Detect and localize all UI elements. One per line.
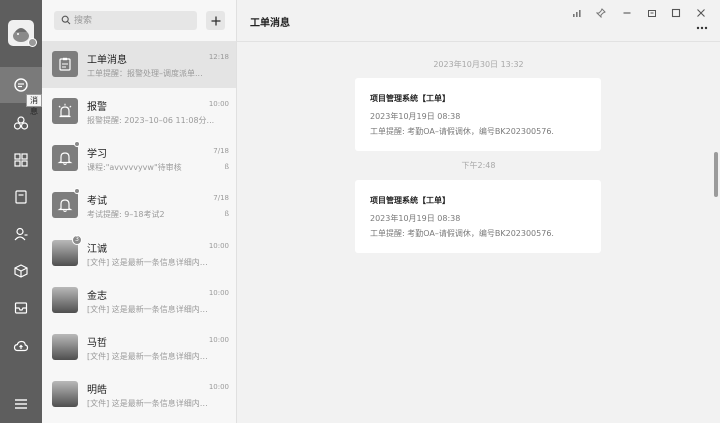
search-icon bbox=[61, 15, 71, 25]
mute-icon: ß bbox=[224, 210, 229, 218]
restore-icon bbox=[648, 10, 656, 17]
conversation-name: 学习 bbox=[87, 149, 107, 160]
message-timestamp: 下午2:48 bbox=[461, 161, 496, 170]
message-card-body: 工单提醒: 考勤OA–请假调休，编号BK202300576. bbox=[370, 127, 554, 136]
rail-item-packages[interactable] bbox=[0, 253, 42, 289]
restore-button[interactable] bbox=[645, 6, 659, 20]
conversation-item-work-orders[interactable]: 工单消息 12:18 工单提醒：报警处理–调度派单... bbox=[42, 41, 236, 88]
conversation-name: 明皓 bbox=[87, 385, 107, 396]
chat-scrollbar[interactable] bbox=[714, 152, 718, 197]
signal-bars-icon bbox=[573, 10, 581, 17]
message-card[interactable]: 项目管理系统【工单】 2023年10月19日 08:38 工单提醒: 考勤OA–… bbox=[355, 180, 601, 253]
rail-item-apps[interactable] bbox=[0, 142, 42, 178]
rail-item-menu[interactable] bbox=[0, 386, 42, 422]
chat-header: 工单消息 bbox=[237, 0, 720, 42]
rail-item-docs[interactable] bbox=[0, 179, 42, 215]
conversation-name: 江诚 bbox=[87, 244, 107, 255]
conversation-preview: 考试提醒: 9–18考试2 bbox=[87, 210, 165, 219]
more-dots-icon bbox=[696, 26, 708, 30]
message-card-date: 2023年10月19日 08:38 bbox=[370, 214, 461, 223]
contact-avatar-photo bbox=[52, 334, 78, 360]
add-button[interactable] bbox=[206, 11, 225, 30]
minimize-button[interactable] bbox=[620, 6, 634, 20]
menu-icon bbox=[15, 399, 27, 409]
conversation-item-jinzhi[interactable]: 金志 10:00 [文件] 这是最新一条信息详细内容。 bbox=[42, 277, 236, 324]
conversation-time: 12:18 bbox=[208, 53, 229, 61]
conversation-time: 10:00 bbox=[208, 242, 229, 250]
contact-avatar-photo bbox=[52, 287, 78, 313]
close-icon bbox=[697, 9, 705, 17]
conversation-time: 10:00 bbox=[208, 383, 229, 391]
message-card-date: 2023年10月19日 08:38 bbox=[370, 112, 461, 121]
rail-item-cloud[interactable] bbox=[0, 328, 42, 364]
close-button[interactable] bbox=[694, 6, 708, 20]
search-box[interactable] bbox=[54, 11, 197, 30]
conversation-preview: [文件] 这是最新一条信息详细内容。 bbox=[87, 399, 215, 408]
unread-count-badge: 3 bbox=[72, 235, 82, 245]
circles-icon bbox=[13, 116, 29, 130]
conversation-item-exam[interactable]: 考试 7/18 考试提醒: 9–18考试2 ß bbox=[42, 182, 236, 229]
bell-icon bbox=[52, 145, 78, 171]
maximize-icon bbox=[671, 8, 681, 18]
message-card[interactable]: 项目管理系统【工单】 2023年10月19日 08:38 工单提醒: 考勤OA–… bbox=[355, 78, 601, 151]
conversation-item-alarm[interactable]: 报警 10:00 报警提醒: 2023–10–06 11:08分... bbox=[42, 88, 236, 135]
conversation-name: 马哲 bbox=[87, 338, 107, 349]
mute-icon: ß bbox=[224, 163, 229, 171]
conversation-preview: 报警提醒: 2023–10–06 11:08分... bbox=[87, 116, 215, 125]
message-timestamp: 2023年10月30日 13:32 bbox=[433, 60, 524, 69]
conversation-item-study[interactable]: 学习 7/18 课程:"avvvvvyvw"待审核 ß bbox=[42, 135, 236, 182]
cube-icon bbox=[14, 264, 28, 278]
book-icon bbox=[15, 190, 27, 204]
contact-avatar-photo bbox=[52, 381, 78, 407]
pin-icon bbox=[596, 8, 606, 18]
chat-title: 工单消息 bbox=[250, 18, 290, 29]
conversation-preview: [文件] 这是最新一条信息详细内容。 bbox=[87, 305, 215, 314]
more-button[interactable] bbox=[696, 24, 708, 32]
maximize-button[interactable] bbox=[669, 6, 683, 20]
unread-dot bbox=[74, 141, 80, 147]
clipboard-icon bbox=[52, 51, 78, 77]
conversation-preview: 工单提醒：报警处理–调度派单... bbox=[87, 69, 203, 78]
conversation-item-jiangcheng[interactable]: 3 江诚 10:00 [文件] 这是最新一条信息详细内容。 bbox=[42, 230, 236, 277]
conversation-time: 10:00 bbox=[208, 289, 229, 297]
conversation-preview: 课程:"avvvvvyvw"待审核 bbox=[87, 163, 182, 172]
conversation-time: 10:00 bbox=[208, 100, 229, 108]
unread-dot bbox=[74, 188, 80, 194]
rail-item-contacts[interactable] bbox=[0, 216, 42, 252]
inbox-icon bbox=[14, 302, 28, 314]
conversation-item-mazhe[interactable]: 马哲 10:00 [文件] 这是最新一条信息详细内容。 bbox=[42, 324, 236, 371]
conversation-preview: [文件] 这是最新一条信息详细内容。 bbox=[87, 258, 215, 267]
avatar-status-badge bbox=[28, 38, 37, 47]
message-card-title: 项目管理系统【工单】 bbox=[370, 94, 450, 103]
cloud-upload-icon bbox=[13, 340, 29, 352]
conversation-item-minghao[interactable]: 明皓 10:00 [文件] 这是最新一条信息详细内容。 bbox=[42, 371, 236, 418]
message-card-body: 工单提醒: 考勤OA–请假调休，编号BK202300576. bbox=[370, 229, 554, 238]
conversation-name: 考试 bbox=[87, 196, 107, 207]
minimize-icon bbox=[623, 12, 631, 14]
conversation-name: 金志 bbox=[87, 291, 107, 302]
conversation-time: 7/18 bbox=[213, 194, 229, 202]
nav-rail: 消息 bbox=[0, 0, 42, 423]
chat-panel: 工单消息 2023年10月30日 13:32 项目管理系统【工单】 2023年1… bbox=[237, 0, 720, 423]
conversation-list: 工单消息 12:18 工单提醒：报警处理–调度派单... 报警 10:00 报警… bbox=[42, 0, 237, 423]
rail-item-circles[interactable] bbox=[0, 105, 42, 141]
conversation-name: 工单消息 bbox=[87, 55, 127, 66]
signal-button[interactable] bbox=[570, 6, 584, 20]
rail-item-inbox[interactable] bbox=[0, 290, 42, 326]
alarm-icon bbox=[52, 98, 78, 124]
message-card-title: 项目管理系统【工单】 bbox=[370, 196, 450, 205]
search-input[interactable] bbox=[74, 11, 192, 30]
conversation-time: 7/18 bbox=[213, 147, 229, 155]
chat-bubble-icon bbox=[14, 78, 28, 92]
conversation-preview: [文件] 这是最新一条信息详细内容。 bbox=[87, 352, 215, 361]
bell-icon bbox=[52, 192, 78, 218]
pin-button[interactable] bbox=[594, 6, 608, 20]
conversation-name: 报警 bbox=[87, 102, 107, 113]
conversation-time: 10:00 bbox=[208, 336, 229, 344]
contacts-icon bbox=[14, 227, 28, 241]
plus-icon bbox=[211, 16, 220, 25]
grid-apps-icon bbox=[14, 153, 28, 167]
